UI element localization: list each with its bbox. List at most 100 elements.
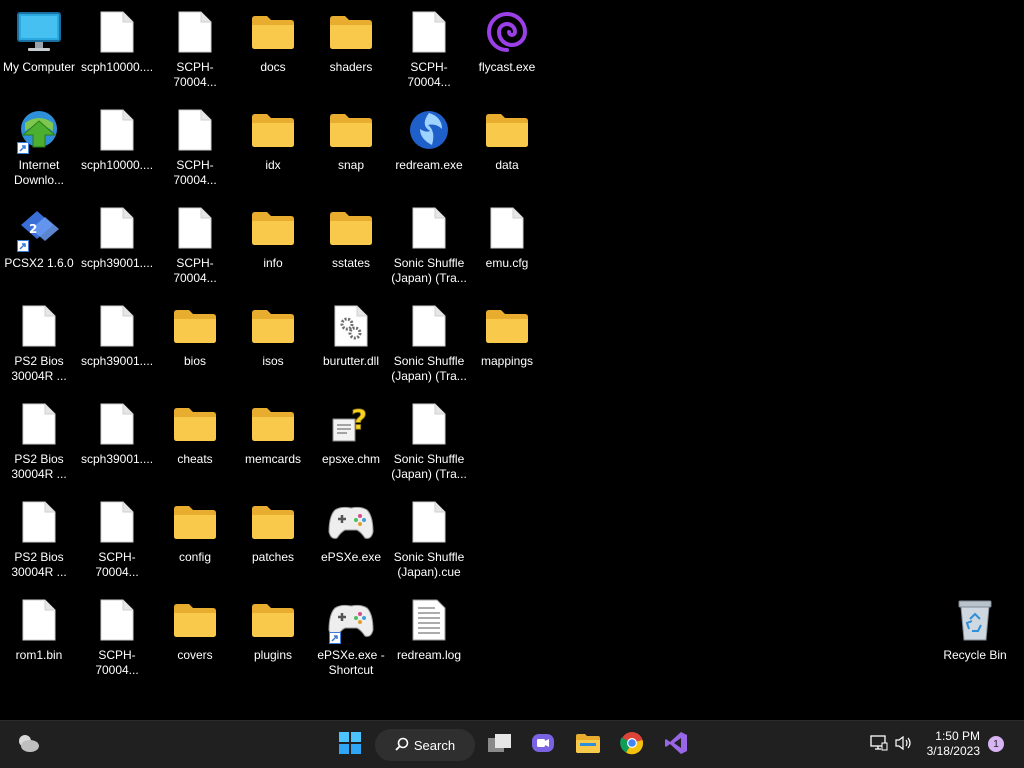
blank-file-icon: [483, 204, 531, 252]
search-icon: [395, 737, 414, 754]
desktop-icon-folder-patches[interactable]: patches: [234, 498, 312, 565]
desktop-icon-epsxe-chm[interactable]: ? epsxe.chm: [312, 400, 390, 467]
task-view-button[interactable]: [484, 729, 516, 761]
desktop-icon-epsxe-shortcut[interactable]: ePSXe.exe - Shortcut: [312, 596, 390, 678]
desktop-icon-label: idx: [265, 158, 281, 172]
desktop-icon-ps2-bios[interactable]: PS2 Bios 30004R ...: [0, 302, 78, 384]
desktop-icon-scph39001[interactable]: scph39001....: [78, 400, 156, 467]
desktop-icon-label: PS2 Bios 30004R ...: [11, 550, 67, 579]
desktop-icon-burutter-dll[interactable]: burutter.dll: [312, 302, 390, 369]
desktop-icon-label: ePSXe.exe - Shortcut: [317, 648, 385, 677]
desktop-icon-label: memcards: [244, 452, 301, 466]
flycast-swirl-icon: [483, 8, 531, 56]
desktop-icon-folder-cheats[interactable]: cheats: [156, 400, 234, 467]
file-explorer-button[interactable]: [572, 729, 604, 761]
visual-studio-icon: [664, 731, 688, 760]
blank-file-icon: [93, 596, 141, 644]
desktop-icon-label: scph39001....: [80, 256, 154, 270]
desktop-icon-label: flycast.exe: [478, 60, 536, 74]
desktop-icon-label: cheats: [177, 452, 213, 466]
desktop: My Computer Internet Downlo... 2 PCSX2 1…: [0, 0, 1024, 720]
desktop-icon-folder-memcards[interactable]: memcards: [234, 400, 312, 467]
desktop-icon-label: sstates: [331, 256, 370, 270]
blank-file-icon: [15, 302, 63, 350]
desktop-icon-flycast-exe[interactable]: flycast.exe: [468, 8, 546, 75]
desktop-icon-scph70004[interactable]: SCPH-70004...: [78, 498, 156, 580]
desktop-icon-folder-covers[interactable]: covers: [156, 596, 234, 663]
folder-icon: [171, 596, 219, 644]
network-icon: [870, 734, 888, 756]
recycle-bin-icon: [951, 596, 999, 644]
start-button[interactable]: [334, 729, 366, 761]
folder-icon: [171, 400, 219, 448]
weather-widget-button[interactable]: [12, 729, 44, 761]
desktop-icon-folder-docs[interactable]: docs: [234, 8, 312, 75]
speaker-icon: [895, 735, 913, 756]
search-label: Search: [413, 737, 456, 753]
desktop-icon-folder-mappings[interactable]: mappings: [468, 302, 546, 369]
desktop-icon-redream-exe[interactable]: redream.exe: [390, 106, 468, 173]
volume-button[interactable]: [892, 729, 916, 761]
taskbar-search-button[interactable]: Search: [375, 729, 475, 761]
desktop-icon-label: Sonic Shuffle (Japan) (Tra...: [391, 452, 467, 481]
desktop-icon-label: PCSX2 1.6.0: [4, 256, 74, 270]
desktop-icon-scph70004[interactable]: SCPH-70004...: [156, 8, 234, 90]
desktop-icon-scph70004[interactable]: SCPH-70004...: [156, 204, 234, 286]
teams-chat-button[interactable]: [527, 729, 559, 761]
visual-studio-button[interactable]: [660, 729, 692, 761]
task-view-icon: [487, 732, 513, 759]
desktop-icon-folder-isos[interactable]: isos: [234, 302, 312, 369]
chrome-button[interactable]: [616, 729, 648, 761]
desktop-icon-folder-idx[interactable]: idx: [234, 106, 312, 173]
desktop-icon-pcsx2[interactable]: 2 PCSX2 1.6.0: [0, 204, 78, 271]
desktop-icon-label: rom1.bin: [15, 648, 63, 662]
folder-icon: [249, 302, 297, 350]
desktop-icon-folder-sstates[interactable]: sstates: [312, 204, 390, 271]
desktop-icon-label: bios: [183, 354, 206, 368]
desktop-icon-scph10000[interactable]: scph10000....: [78, 8, 156, 75]
desktop-icon-folder-data[interactable]: data: [468, 106, 546, 173]
blank-file-icon: [171, 8, 219, 56]
network-status-button[interactable]: [866, 729, 892, 761]
desktop-icon-rom1-bin[interactable]: rom1.bin: [0, 596, 78, 663]
blank-file-icon: [171, 106, 219, 154]
folder-icon: [249, 498, 297, 546]
desktop-icon-folder-snap[interactable]: snap: [312, 106, 390, 173]
desktop-icon-scph39001[interactable]: scph39001....: [78, 204, 156, 271]
desktop-icon-folder-plugins[interactable]: plugins: [234, 596, 312, 663]
folder-icon: [249, 596, 297, 644]
desktop-icon-my-computer[interactable]: My Computer: [0, 8, 78, 75]
desktop-icon-ps2-bios[interactable]: PS2 Bios 30004R ...: [0, 498, 78, 580]
desktop-icon-label: ePSXe.exe: [320, 550, 382, 564]
desktop-icon-folder-info[interactable]: info: [234, 204, 312, 271]
desktop-icon-scph70004[interactable]: SCPH-70004...: [390, 8, 468, 90]
desktop-icon-scph39001[interactable]: scph39001....: [78, 302, 156, 369]
desktop-icon-folder-bios[interactable]: bios: [156, 302, 234, 369]
desktop-icon-sonic-shuffle-track[interactable]: Sonic Shuffle (Japan) (Tra...: [390, 400, 468, 482]
desktop-icon-sonic-shuffle-cue[interactable]: Sonic Shuffle (Japan).cue: [390, 498, 468, 580]
windows-logo-icon: [339, 731, 361, 759]
desktop-icon-folder-shaders[interactable]: shaders: [312, 8, 390, 75]
cloud-weather-icon: [16, 733, 40, 758]
taskbar-clock[interactable]: 1:50 PM 3/18/2023: [927, 729, 980, 759]
desktop-icon-scph70004[interactable]: SCPH-70004...: [78, 596, 156, 678]
desktop-icon-folder-config[interactable]: config: [156, 498, 234, 565]
desktop-icon-internet-download-manager[interactable]: Internet Downlo...: [0, 106, 78, 188]
desktop-icon-label: redream.log: [396, 648, 462, 662]
desktop-icon-sonic-shuffle-track[interactable]: Sonic Shuffle (Japan) (Tra...: [390, 302, 468, 384]
desktop-icon-scph10000[interactable]: scph10000....: [78, 106, 156, 173]
desktop-icon-sonic-shuffle-track[interactable]: Sonic Shuffle (Japan) (Tra...: [390, 204, 468, 286]
desktop-icon-ps2-bios[interactable]: PS2 Bios 30004R ...: [0, 400, 78, 482]
desktop-icon-epsxe-exe[interactable]: ePSXe.exe: [312, 498, 390, 565]
desktop-icon-emu-cfg[interactable]: emu.cfg: [468, 204, 546, 271]
desktop-icon-scph70004[interactable]: SCPH-70004...: [156, 106, 234, 188]
internet-download-manager-icon: [15, 106, 63, 154]
folder-icon: [171, 498, 219, 546]
notification-badge[interactable]: 1: [988, 736, 1004, 752]
shortcut-arrow-icon: [17, 240, 29, 252]
desktop-icon-redream-log[interactable]: redream.log: [390, 596, 468, 663]
desktop-icon-label: data: [495, 158, 519, 172]
desktop-icon-label: redream.exe: [395, 158, 463, 172]
desktop-icon-label: SCPH-70004...: [173, 60, 217, 89]
desktop-icon-recycle-bin[interactable]: Recycle Bin: [936, 596, 1014, 663]
